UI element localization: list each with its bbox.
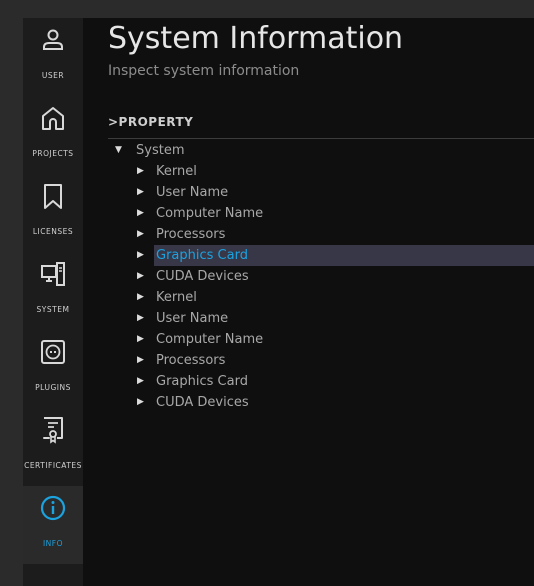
tree-row-label: CUDA Devices: [156, 269, 249, 284]
sidebar-item-projects[interactable]: PROJECTS: [23, 96, 83, 174]
caret-down-icon[interactable]: ▼: [115, 140, 127, 161]
sidebar-item-label: PROJECTS: [32, 149, 74, 158]
caret-right-icon[interactable]: ▶: [137, 161, 149, 182]
tree-row-label: Graphics Card: [156, 374, 248, 389]
caret-right-icon[interactable]: ▶: [137, 182, 149, 203]
tree-row-label: Kernel: [156, 164, 197, 179]
sidebar-item-label: USER: [41, 71, 65, 80]
caret-right-icon[interactable]: ▶: [137, 245, 149, 266]
app-window: USER PROJECTS LICENSES SYSTEM PLUGINS CE…: [23, 18, 534, 586]
tree-row[interactable]: ▶ Kernel: [133, 287, 534, 308]
tree-row-label: Processors: [156, 353, 226, 368]
page-title: System Information: [108, 21, 404, 56]
user-icon: [43, 29, 63, 50]
tree-row-label: User Name: [156, 311, 229, 326]
sidebar-item-info[interactable]: INFO: [23, 486, 83, 564]
tree-row[interactable]: ▶ Processors: [133, 350, 534, 371]
tree-row[interactable]: ▶ User Name: [133, 182, 534, 203]
tree-row[interactable]: ▶ Processors: [133, 224, 534, 245]
computer-icon: [41, 262, 65, 286]
sidebar-item-label: SYSTEM: [36, 305, 70, 314]
sidebar: USER PROJECTS LICENSES SYSTEM PLUGINS CE…: [23, 18, 83, 586]
sidebar-item-label: PLUGINS: [35, 383, 71, 392]
tree-row-label: System: [136, 143, 185, 158]
caret-right-icon[interactable]: ▶: [137, 266, 149, 287]
tree-row-label: Computer Name: [156, 332, 264, 347]
caret-right-icon[interactable]: ▶: [137, 224, 149, 245]
caret-right-icon[interactable]: ▶: [137, 392, 149, 413]
tree-row[interactable]: ▶ Kernel: [133, 161, 534, 182]
tree-row[interactable]: ▶ Computer Name: [133, 329, 534, 350]
caret-right-icon[interactable]: ▶: [137, 329, 149, 350]
tree-row-label: Graphics Card: [156, 248, 248, 263]
info-icon: [40, 495, 66, 521]
sidebar-item-label: CERTIFICATES: [24, 461, 82, 470]
tree-row-label: Processors: [156, 227, 226, 242]
header-divider: [108, 138, 534, 139]
tree-row[interactable]: ▶ CUDA Devices: [133, 266, 534, 287]
page-subtitle: Inspect system information: [108, 63, 300, 79]
sidebar-item-licenses[interactable]: LICENSES: [23, 174, 83, 252]
bookmark-icon: [44, 184, 62, 209]
tree-row[interactable]: ▶ CUDA Devices: [133, 392, 534, 413]
plugin-icon: [41, 340, 65, 364]
caret-right-icon[interactable]: ▶: [137, 350, 149, 371]
certificate-icon: [43, 417, 63, 444]
caret-right-icon[interactable]: ▶: [137, 308, 149, 329]
caret-right-icon[interactable]: ▶: [137, 203, 149, 224]
tree-row[interactable]: ▶ Computer Name: [133, 203, 534, 224]
tree-row-system[interactable]: ▼ System: [113, 140, 534, 161]
tree-row[interactable]: ▶ User Name: [133, 308, 534, 329]
sidebar-item-system[interactable]: SYSTEM: [23, 252, 83, 330]
home-icon: [42, 107, 64, 130]
tree-row[interactable]: ▶ Graphics Card: [133, 371, 534, 392]
sidebar-item-label: INFO: [42, 539, 64, 548]
main-panel: System Information Inspect system inform…: [83, 18, 534, 586]
tree-row-label: Kernel: [156, 290, 197, 305]
tree-row-selected[interactable]: ▶ Graphics Card: [133, 245, 534, 266]
sidebar-item-user[interactable]: USER: [23, 18, 83, 96]
tree-row-label: User Name: [156, 185, 229, 200]
sidebar-item-certificates[interactable]: CERTIFICATES: [23, 408, 83, 486]
caret-right-icon[interactable]: ▶: [137, 371, 149, 392]
sidebar-item-plugins[interactable]: PLUGINS: [23, 330, 83, 408]
caret-right-icon[interactable]: ▶: [137, 287, 149, 308]
sidebar-item-label: LICENSES: [32, 227, 74, 236]
tree-row-label: Computer Name: [156, 206, 264, 221]
property-column-header[interactable]: >PROPERTY: [108, 115, 193, 129]
tree-row-label: CUDA Devices: [156, 395, 249, 410]
